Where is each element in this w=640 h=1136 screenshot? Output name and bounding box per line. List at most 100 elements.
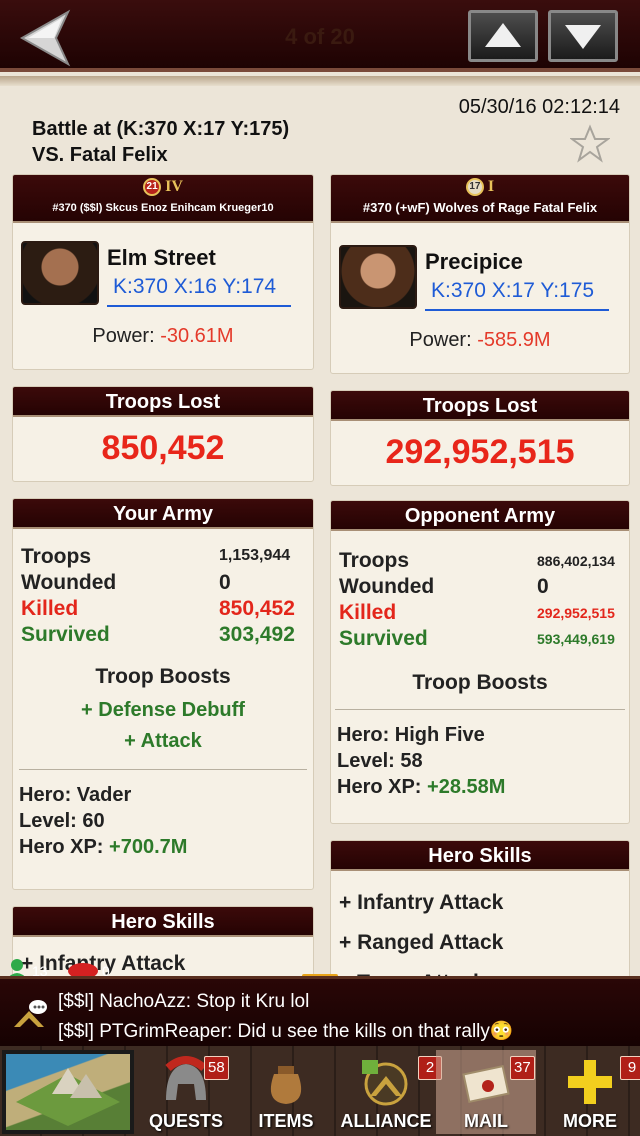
world-map-button[interactable] <box>2 1050 134 1134</box>
hero-xp-label: Hero XP: <box>337 776 422 798</box>
nav-quests[interactable]: 58 QUESTS <box>136 1050 236 1134</box>
troops-lost-heading: Troops Lost <box>13 387 313 417</box>
more-badge: 9 <box>620 1056 640 1080</box>
page-counter: 4 of 20 <box>285 24 355 49</box>
killed-value: 850,452 <box>219 597 295 620</box>
troops-label: Troops <box>339 549 410 572</box>
rank-badge-icon: 21 <box>143 178 162 197</box>
troops-lost-heading: Troops Lost <box>331 391 629 421</box>
killed-label: Killed <box>21 597 79 620</box>
report-timestamp: 05/30/16 02:12:14 <box>458 96 620 118</box>
hero-skills-heading: Hero Skills <box>331 841 629 871</box>
attacker-hero-info: Hero: Vader Level: 60 Hero XP: +700.7M <box>13 782 313 860</box>
header-divider <box>0 76 640 86</box>
quests-label: QUESTS <box>148 1111 223 1131</box>
defender-panel: 17 I #370 (+wF) Wolves of Rage Fatal Fel… <box>330 174 630 374</box>
killed-value: 292,952,515 <box>537 605 615 621</box>
attacker-panel: 21 IV #370 ($$l) Skcus Enoz Enihcam Krue… <box>12 174 314 370</box>
defender-troops-lost-panel: Troops Lost 292,952,515 <box>330 390 630 486</box>
more-label: MORE <box>563 1111 617 1131</box>
hero-skills-heading: Hero Skills <box>13 907 313 937</box>
mail-scroll-icon <box>462 1064 510 1104</box>
items-label: ITEMS <box>258 1111 314 1131</box>
favorite-star-icon[interactable] <box>570 124 610 164</box>
troops-value: 886,402,134 <box>537 553 615 569</box>
defender-city-name: Precipice <box>425 249 523 274</box>
section-divider <box>335 709 625 710</box>
attacker-header: 21 IV #370 ($$l) Skcus Enoz Enihcam Krue… <box>13 175 313 223</box>
stat-row-troops: Troops 886,402,134 <box>339 549 621 575</box>
defender-rank: 17 I <box>331 175 629 199</box>
stat-row-killed: Killed 292,952,515 <box>339 601 621 627</box>
chat-message: [$$l] NachoAzz: Stop it Kru lol <box>58 991 310 1012</box>
your-army-panel: Your Army Troops 1,153,944 Wounded 0 Kil… <box>12 498 314 890</box>
next-button[interactable] <box>548 10 618 62</box>
wounded-label: Wounded <box>339 575 435 598</box>
opponent-army-heading: Opponent Army <box>331 501 629 531</box>
defender-player-name[interactable]: #370 (+wF) Wolves of Rage Fatal Felix <box>331 199 629 217</box>
attacker-rank-roman: IV <box>165 178 183 195</box>
attacker-power: Power: -30.61M <box>13 325 313 348</box>
stat-row-wounded: Wounded 0 <box>21 571 305 597</box>
battle-location[interactable]: Battle at (K:370 X:17 Y:175) <box>32 118 289 141</box>
attacker-hero-avatar[interactable] <box>21 241 99 305</box>
map-island-icon <box>16 1068 120 1126</box>
troop-boosts-heading: Troop Boosts <box>95 665 231 688</box>
rank-badge-icon: 17 <box>465 178 484 197</box>
troop-boosts-heading: Troop Boosts <box>412 671 548 694</box>
survived-value: 593,449,619 <box>537 631 615 647</box>
troops-value: 1,153,944 <box>219 547 291 564</box>
boost-item: + Defense Debuff <box>81 699 245 721</box>
defender-hero-avatar[interactable] <box>339 245 417 309</box>
opponent-title: VS. Fatal Felix <box>32 144 168 166</box>
stat-row-survived: Survived 593,449,619 <box>339 627 621 653</box>
hero-xp: Hero XP: +28.58M <box>337 774 629 800</box>
hero-name: Hero: High Five <box>337 724 485 746</box>
alliance-label: ALLIANCE <box>340 1111 432 1131</box>
nav-mail[interactable]: 37 MAIL <box>436 1050 536 1134</box>
loot-bag-icon <box>270 1066 302 1104</box>
hero-xp: Hero XP: +700.7M <box>19 834 313 860</box>
attacker-coords-link[interactable]: K:370 X:16 Y:174 <box>107 275 291 307</box>
attacker-troops-lost-value: 850,452 <box>101 429 225 467</box>
skill-item: + Infantry Attack <box>339 891 504 914</box>
defender-coords-link[interactable]: K:370 X:17 Y:175 <box>425 279 609 311</box>
hero-name: Hero: Vader <box>19 784 132 806</box>
nav-items[interactable]: ITEMS <box>236 1050 336 1134</box>
top-bar: 4 of 20 <box>0 0 640 72</box>
section-divider <box>19 769 307 770</box>
hero-level: Level: 58 <box>337 750 423 772</box>
troops-label: Troops <box>21 545 92 568</box>
alliance-chat-bar[interactable]: [$$l] NachoAzz: Stop it Kru lol [$$l] PT… <box>0 976 640 1046</box>
survived-label: Survived <box>339 627 428 650</box>
opponent-army-stats: Troops 886,402,134 Wounded 0 Killed 292,… <box>331 549 629 653</box>
skill-item: + Ranged Attack <box>339 931 504 954</box>
hero-level: Level: 60 <box>19 810 105 832</box>
survived-label: Survived <box>21 623 110 646</box>
survived-value: 303,492 <box>219 623 295 646</box>
attacker-city-name: Elm Street <box>107 245 216 270</box>
chat-message: [$$l] PTGrimReaper: Did u see the kills … <box>58 1021 514 1042</box>
wounded-label: Wounded <box>21 571 117 594</box>
attacker-rank: 21 IV <box>13 175 313 199</box>
killed-label: Killed <box>339 601 397 624</box>
previous-button[interactable] <box>468 10 538 62</box>
defender-power-value: -585.9M <box>477 329 551 351</box>
hero-xp-value: +28.58M <box>427 776 506 798</box>
hero-xp-value: +700.7M <box>109 836 188 858</box>
attacker-troops-lost-panel: Troops Lost 850,452 <box>12 386 314 482</box>
attacker-player-name[interactable]: #370 ($$l) Skcus Enoz Enihcam Krueger10 <box>13 199 313 217</box>
defender-troops-lost-value: 292,952,515 <box>385 433 575 471</box>
boost-item: + Attack <box>124 730 202 752</box>
stat-row-troops: Troops 1,153,944 <box>21 545 305 571</box>
defender-rank-roman: I <box>487 178 495 195</box>
nav-alliance[interactable]: 2 ALLIANCE <box>336 1050 442 1134</box>
mail-badge: 37 <box>510 1056 535 1080</box>
hero-xp-label: Hero XP: <box>19 836 104 858</box>
plus-icon <box>568 1060 612 1104</box>
bottom-nav-bar: 58 QUESTS ITEMS 2 ALLIANCE 37 MAIL 9 MOR… <box>0 1046 640 1136</box>
stat-row-wounded: Wounded 0 <box>339 575 621 601</box>
nav-more[interactable]: 9 MORE <box>540 1050 640 1134</box>
mail-label: MAIL <box>464 1111 508 1131</box>
opponent-army-panel: Opponent Army Troops 886,402,134 Wounded… <box>330 500 630 824</box>
